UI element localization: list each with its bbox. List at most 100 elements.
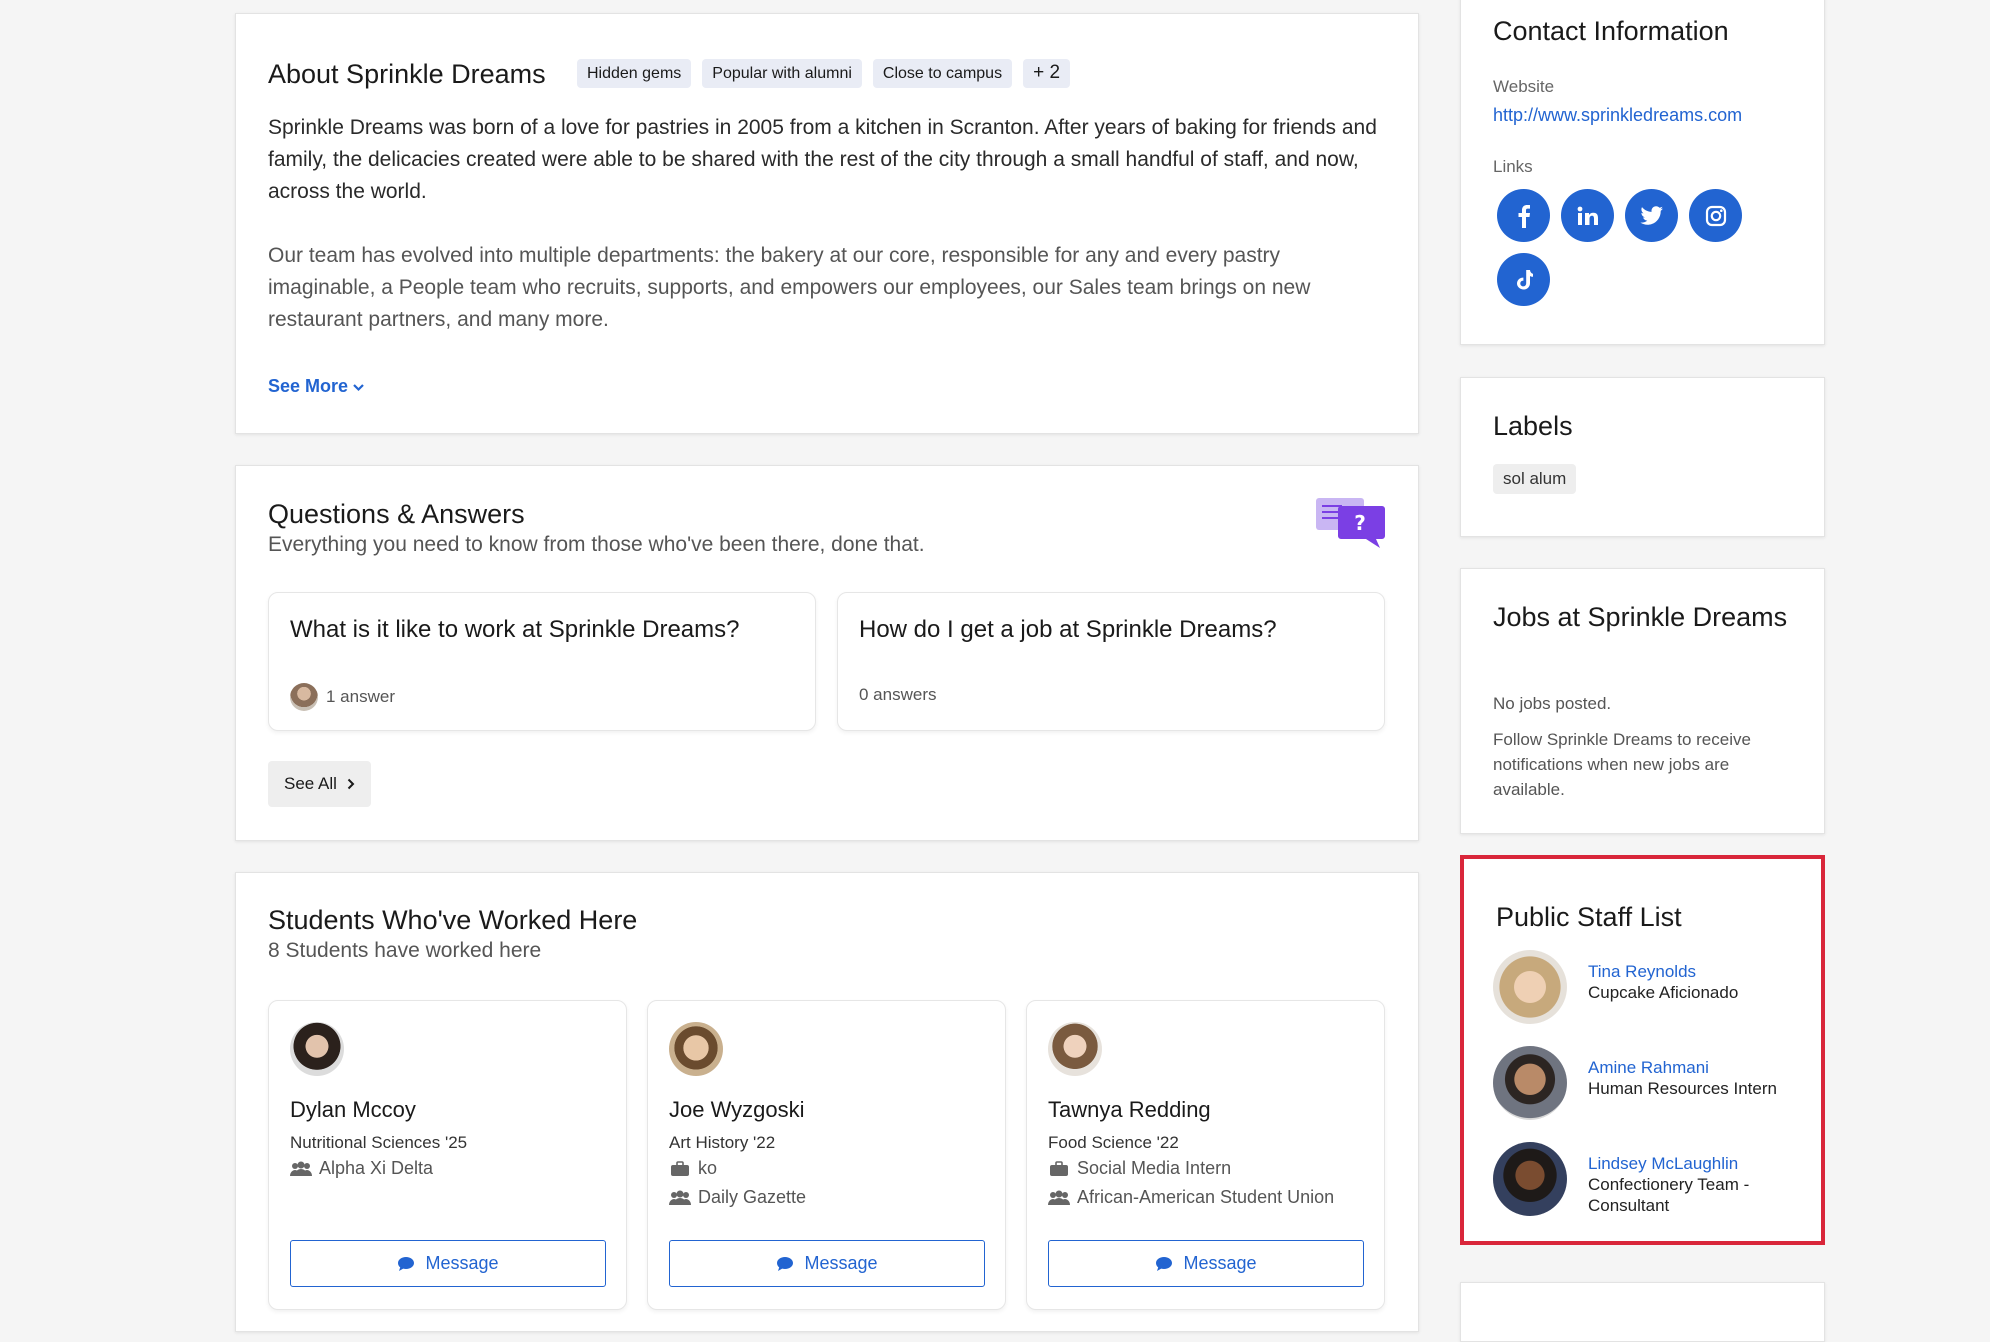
about-title: About Sprinkle Dreams [268, 59, 546, 89]
labels-card: Labels sol alum [1460, 377, 1825, 537]
social-links [1497, 189, 1757, 306]
jobs-title: Jobs at Sprinkle Dreams [1493, 602, 1788, 632]
tiktok-icon[interactable] [1497, 253, 1550, 306]
chevron-down-icon [353, 384, 364, 392]
see-all-button[interactable]: See All [268, 761, 371, 807]
chat-bubble-icon [1156, 1256, 1173, 1271]
student-name[interactable]: Dylan Mccoy [290, 1097, 416, 1123]
linkedin-icon[interactable] [1561, 189, 1614, 242]
tag[interactable]: Hidden gems [577, 59, 692, 88]
message-label: Message [425, 1253, 499, 1273]
message-button[interactable]: Message [1048, 1240, 1364, 1287]
contact-title: Contact Information [1493, 16, 1729, 46]
student-group-label: Daily Gazette [698, 1187, 807, 1207]
facebook-icon[interactable] [1497, 189, 1550, 242]
student-group: African-American Student Union [1048, 1187, 1334, 1208]
message-button[interactable]: Message [290, 1240, 606, 1287]
avatar [1493, 1142, 1567, 1216]
student-card[interactable]: Tawnya Redding Food Science '22 Social M… [1026, 1000, 1385, 1310]
about-paragraph: Sprinkle Dreams was born of a love for p… [268, 116, 1377, 203]
avatar [1493, 950, 1567, 1024]
staff-name-link[interactable]: Amine Rahmani [1588, 1058, 1808, 1078]
student-name[interactable]: Joe Wyzgoski [669, 1097, 805, 1123]
briefcase-icon [671, 1160, 689, 1176]
staff-name-link[interactable]: Lindsey McLaughlin [1588, 1154, 1808, 1174]
avatar [1048, 1022, 1102, 1076]
about-tags: Hidden gems Popular with alumni Close to… [577, 59, 1071, 88]
answer-count: 0 answers [859, 685, 936, 705]
students-card: Students Who've Worked Here 8 Students h… [235, 872, 1419, 1332]
answer-count-label: 0 answers [859, 685, 937, 704]
more-tags-badge[interactable]: + 2 [1023, 59, 1071, 88]
users-icon [669, 1190, 691, 1205]
website-link[interactable]: http://www.sprinkledreams.com [1493, 105, 1742, 126]
students-title: Students Who've Worked Here [268, 905, 638, 935]
staff-title: Public Staff List [1496, 902, 1682, 932]
users-icon [1048, 1190, 1070, 1205]
qa-subtitle: Everything you need to know from those w… [268, 533, 925, 556]
tag[interactable]: Popular with alumni [702, 59, 862, 88]
staff-member[interactable]: Lindsey McLaughlin Confectionery Team - … [1493, 1142, 1808, 1216]
chevron-right-icon [347, 778, 355, 790]
instagram-icon[interactable] [1689, 189, 1742, 242]
public-staff-card: Public Staff List Tina Reynolds Cupcake … [1460, 855, 1825, 1245]
contact-card: Contact Information Website http://www.s… [1460, 0, 1825, 345]
about-paragraph: Our team has evolved into multiple depar… [268, 244, 1311, 331]
students-subtitle: 8 Students have worked here [268, 939, 542, 962]
student-group: Daily Gazette [669, 1187, 806, 1208]
answer-count: 1 answer [290, 683, 395, 711]
avatar [669, 1022, 723, 1076]
student-major: Art History '22 [669, 1133, 776, 1152]
svg-text:?: ? [1354, 511, 1366, 535]
staff-role: Human Resources Intern [1588, 1079, 1777, 1098]
label-pill: sol alum [1493, 464, 1577, 494]
avatar [290, 1022, 344, 1076]
student-group-label: African-American Student Union [1077, 1187, 1335, 1207]
question-text: How do I get a job at Sprinkle Dreams? [859, 616, 1277, 643]
users-icon [290, 1161, 312, 1176]
staff-name-link[interactable]: Tina Reynolds [1588, 962, 1808, 982]
student-job-label: Social Media Intern [1077, 1158, 1232, 1178]
follow-text: Follow Sprinkle Dreams to receive notifi… [1493, 730, 1751, 799]
links-label: Links [1493, 157, 1533, 176]
tag[interactable]: Close to campus [872, 59, 1013, 88]
student-name[interactable]: Tawnya Redding [1048, 1097, 1211, 1123]
staff-role: Confectionery Team - Consultant [1588, 1175, 1750, 1215]
avatar [290, 683, 318, 711]
staff-member[interactable]: Amine Rahmani Human Resources Intern [1493, 1046, 1808, 1120]
chat-bubble-icon [398, 1256, 415, 1271]
twitter-icon[interactable] [1625, 189, 1678, 242]
question-chat-icon: ? [1316, 498, 1385, 548]
see-more-link[interactable]: See More [268, 376, 364, 397]
about-card: About Sprinkle Dreams Hidden gems Popula… [235, 13, 1419, 434]
website-label: Website [1493, 77, 1555, 96]
no-jobs-text: No jobs posted. [1493, 694, 1612, 713]
question-card[interactable]: What is it like to work at Sprinkle Drea… [268, 592, 816, 731]
labels-title: Labels [1493, 411, 1573, 441]
student-job: Social Media Intern [1048, 1158, 1231, 1179]
see-all-label: See All [284, 774, 337, 793]
student-card[interactable]: Dylan Mccoy Nutritional Sciences '25 Alp… [268, 1000, 627, 1310]
qa-card: Questions & Answers Everything you need … [235, 465, 1419, 841]
message-button[interactable]: Message [669, 1240, 985, 1287]
message-label: Message [1183, 1253, 1257, 1273]
student-card[interactable]: Joe Wyzgoski Art History '22 ko Daily Ga… [647, 1000, 1006, 1310]
chat-bubble-icon [777, 1256, 794, 1271]
staff-member[interactable]: Tina Reynolds Cupcake Aficionado [1493, 950, 1808, 1024]
student-group: Alpha Xi Delta [290, 1158, 433, 1179]
staff-role: Cupcake Aficionado [1588, 983, 1739, 1002]
answer-count-label: 1 answer [326, 687, 395, 706]
student-job: ko [669, 1158, 717, 1179]
question-text: What is it like to work at Sprinkle Drea… [290, 616, 740, 643]
next-card [1460, 1282, 1825, 1342]
see-more-label: See More [268, 376, 349, 396]
question-card[interactable]: How do I get a job at Sprinkle Dreams? 0… [837, 592, 1385, 731]
student-major: Food Science '22 [1048, 1133, 1179, 1152]
student-major: Nutritional Sciences '25 [290, 1133, 468, 1152]
avatar [1493, 1046, 1567, 1120]
student-job-label: ko [698, 1158, 718, 1178]
message-label: Message [804, 1253, 878, 1273]
jobs-card: Jobs at Sprinkle Dreams No jobs posted. … [1460, 568, 1825, 834]
briefcase-icon [1050, 1160, 1068, 1176]
student-group-label: Alpha Xi Delta [319, 1158, 434, 1178]
